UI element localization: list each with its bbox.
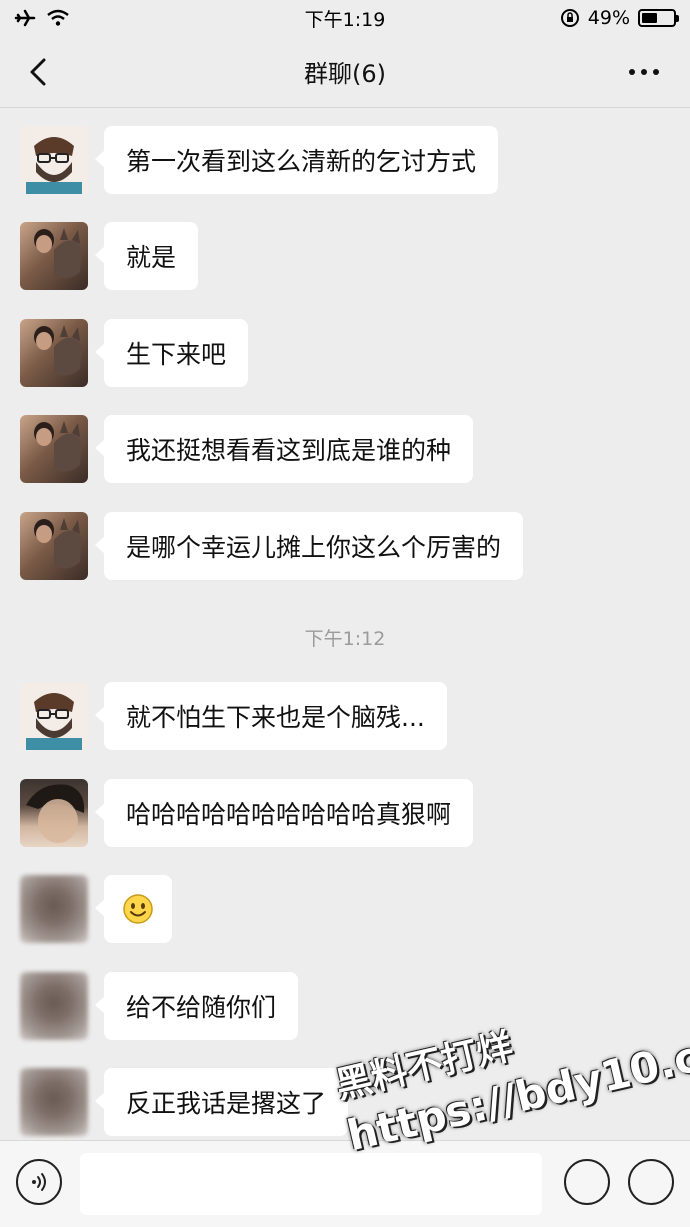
message-bubble[interactable]: 就是 [94,222,199,290]
message-row [20,875,172,943]
sketch-face-icon [26,693,82,750]
message-row: 给不给随你们 [20,972,299,1040]
message-bubble[interactable]: 就不怕生下来也是个脑残... [95,682,447,750]
message-bubble[interactable]: 是哪个幸运儿摊上你这么个厉害的 [94,512,524,580]
avatar[interactable] [20,972,88,1040]
message-bubble[interactable] [95,875,172,943]
message-bubble[interactable]: 给不给随你们 [94,972,299,1040]
voice-icon [32,1173,46,1191]
message-row: 反正我话是撂这了 [20,1068,349,1136]
cat-photo-icon [34,518,82,569]
status-time: 下午1:19 [304,8,386,31]
message-row: 就是 [20,222,199,290]
avatar[interactable] [20,682,88,750]
message-bubble[interactable]: 哈哈哈哈哈哈哈哈哈哈真狠啊 [94,779,474,847]
person-photo-icon [26,784,85,843]
message-bubble[interactable]: 生下来吧 [94,319,249,387]
back-button[interactable] [20,54,56,90]
cat-photo-icon [34,325,82,376]
cat-photo-icon [34,228,82,279]
chat-title: 群聊(6) [304,60,386,88]
avatar[interactable] [20,415,88,483]
avatar[interactable] [20,875,88,943]
message-bubble[interactable]: 我还挺想看看这到底是谁的种 [94,415,474,483]
message-bubble[interactable]: 反正我话是撂这了 [94,1068,349,1136]
more-dot [653,69,659,75]
message-row: 我还挺想看看这到底是谁的种 [20,415,474,483]
message-timestamp: 下午1:12 [304,628,386,650]
message-row: 哈哈哈哈哈哈哈哈哈哈真狠啊 [20,779,474,847]
status-bar: 下午1:19 49% [0,0,690,36]
nav-bar: 群聊(6) [0,36,690,108]
message-input[interactable] [80,1153,542,1215]
chevron-left-icon [30,58,46,86]
message-row: 是哪个幸运儿摊上你这么个厉害的 [20,512,524,580]
cat-photo-icon [34,421,82,472]
message-row: 就不怕生下来也是个脑残... [20,682,447,750]
avatar[interactable] [20,512,88,580]
smile-emoji-icon [123,894,153,924]
more-dots-icon [629,69,635,75]
sketch-face-icon [26,137,82,194]
more-button[interactable] [622,54,666,90]
avatar[interactable] [20,319,88,387]
input-bar [0,1140,690,1227]
more-dot [641,69,647,75]
emoji-button[interactable] [564,1159,610,1205]
message-row: 生下来吧 [20,319,249,387]
plus-button[interactable] [628,1159,674,1205]
battery-fill [642,13,657,23]
message-row: 第一次看到这么清新的乞讨方式 [20,126,499,194]
avatar[interactable] [20,222,88,290]
battery-icon [638,9,679,27]
message-bubble[interactable]: 第一次看到这么清新的乞讨方式 [94,126,499,194]
voice-button[interactable] [16,1159,62,1205]
avatar[interactable] [20,126,88,194]
avatar[interactable] [20,1068,88,1136]
avatar[interactable] [20,779,88,847]
chat-area[interactable]: 第一次看到这么清新的乞讨方式 就是 生下来吧 我还挺想看看这到底是谁的种 是哪个… [0,108,690,1140]
